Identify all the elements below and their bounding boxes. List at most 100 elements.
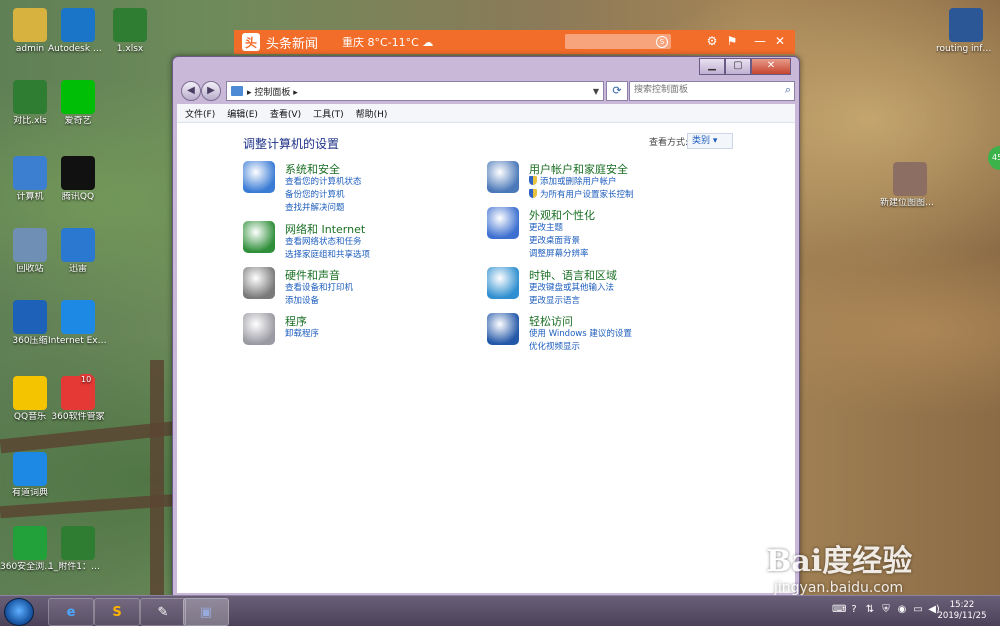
- menu-view[interactable]: 查看(V): [270, 107, 301, 120]
- category-link[interactable]: 选择家庭组和共享选项: [285, 249, 370, 262]
- category-link-text: 查找并解决问题: [285, 203, 345, 213]
- control-panel-icon: ▣: [199, 604, 213, 620]
- category-link[interactable]: 备份您的计算机: [285, 189, 362, 202]
- category-link-text: 备份您的计算机: [285, 190, 345, 200]
- category-link[interactable]: 添加设备: [285, 295, 353, 308]
- clock[interactable]: 15:22 2019/11/25: [932, 600, 992, 622]
- desktop-icon[interactable]: 腾讯QQ: [48, 156, 108, 203]
- chevron-down-icon[interactable]: ▼: [593, 87, 599, 96]
- weather-text[interactable]: 重庆 8°C-11°C ☁: [342, 34, 433, 50]
- desktop-icon-label: 有道词典: [11, 488, 48, 498]
- category-link[interactable]: 查看设备和打印机: [285, 282, 353, 295]
- power-icon[interactable]: ▭: [912, 604, 924, 616]
- category-link[interactable]: 更改主题: [529, 222, 589, 235]
- taskbar-ie-button[interactable]: e: [48, 598, 94, 626]
- category-link[interactable]: 调整屏幕分辨率: [529, 248, 589, 261]
- desktop-icon[interactable]: 有道词典: [0, 452, 60, 499]
- category-links: 添加或删除用户帐户 为所有用户设置家长控制: [529, 176, 634, 202]
- help-icon[interactable]: ?: [848, 604, 860, 616]
- user-accounts-icon[interactable]: [487, 161, 519, 193]
- uac-shield-icon: [529, 176, 537, 185]
- news-title[interactable]: 头条新闻: [266, 33, 318, 52]
- address-path[interactable]: ▸ 控制面板 ▸: [247, 85, 298, 98]
- desktop-icon[interactable]: 360软件管家 10: [48, 374, 108, 423]
- taskbar-control-panel-button[interactable]: ▣: [183, 598, 229, 626]
- category-link[interactable]: 更改显示语言: [529, 295, 614, 308]
- category-title[interactable]: 程序: [285, 313, 307, 329]
- category-link[interactable]: 为所有用户设置家长控制: [529, 189, 634, 202]
- security-icon[interactable]: ◉: [896, 604, 908, 616]
- forward-button[interactable]: ▶: [201, 81, 221, 101]
- menu-tools[interactable]: 工具(T): [313, 107, 344, 120]
- keyboard-icon[interactable]: ⌨: [832, 604, 846, 616]
- maximize-button[interactable]: ▢: [725, 58, 751, 75]
- recycle-bin-icon: [13, 228, 47, 262]
- minimize-button[interactable]: ▁: [699, 58, 725, 75]
- category-link[interactable]: 优化视频显示: [529, 341, 632, 354]
- desktop-icon[interactable]: routing informati...: [936, 8, 996, 55]
- desktop-icon[interactable]: Autodesk DWF View...: [48, 8, 108, 55]
- desktop-icon[interactable]: Internet Explorer: [48, 300, 108, 347]
- back-button[interactable]: ◀: [181, 81, 201, 101]
- desktop-icon[interactable]: 1.xlsx: [100, 8, 160, 55]
- category-link[interactable]: 添加或删除用户帐户: [529, 176, 634, 189]
- ie-icon: [61, 300, 95, 334]
- clock-region-icon[interactable]: [487, 267, 519, 299]
- desktop-icon-label: 360软件管家: [51, 412, 105, 422]
- minimize-icon[interactable]: —: [752, 34, 768, 49]
- shield-icon[interactable]: ⛨: [880, 604, 892, 616]
- desktop-icon[interactable]: 新建位图图像.bmp: [880, 162, 940, 209]
- category-link[interactable]: 卸载程序: [285, 328, 319, 341]
- search-box[interactable]: ⌕: [629, 81, 795, 101]
- category-title[interactable]: 轻松访问: [529, 313, 573, 329]
- category-title[interactable]: 系统和安全: [285, 161, 340, 177]
- taskbar-sogou-button[interactable]: S: [94, 598, 140, 626]
- category-link[interactable]: 更改桌面背景: [529, 235, 589, 248]
- gear-icon[interactable]: ⚙: [704, 34, 720, 49]
- sogou-search-icon[interactable]: S: [656, 36, 668, 48]
- category-links: 卸载程序: [285, 328, 319, 341]
- menu-edit[interactable]: 编辑(E): [227, 107, 258, 120]
- hardware-sound-icon[interactable]: [243, 267, 275, 299]
- start-button[interactable]: [4, 598, 34, 626]
- notification-badge: 10: [78, 374, 95, 385]
- category-link[interactable]: 查看网络状态和任务: [285, 236, 370, 249]
- category-link[interactable]: 更改键盘或其他输入法: [529, 282, 614, 295]
- category-link-text: 更改显示语言: [529, 296, 581, 306]
- desktop-icon-label: 1.xlsx: [116, 44, 144, 54]
- category-title[interactable]: 时钟、语言和区域: [529, 267, 617, 283]
- taskbar-paint-button[interactable]: ✎: [140, 598, 186, 626]
- appearance-icon[interactable]: [487, 207, 519, 239]
- category-link[interactable]: 查看您的计算机状态: [285, 176, 362, 189]
- news-search-input[interactable]: S: [565, 34, 671, 49]
- ease-of-access-icon[interactable]: [487, 313, 519, 345]
- network-icon[interactable]: ⇅: [864, 604, 876, 616]
- search-input[interactable]: [630, 82, 778, 98]
- address-bar[interactable]: ▸ 控制面板 ▸ ▼: [226, 81, 604, 101]
- category-link-text: 调整屏幕分辨率: [529, 249, 589, 259]
- flag-icon[interactable]: ⚑: [724, 34, 740, 49]
- window-titlebar[interactable]: ▁ ▢ ✕: [173, 57, 799, 77]
- category-title[interactable]: 用户帐户和家庭安全: [529, 161, 628, 177]
- category-link[interactable]: 使用 Windows 建议的设置: [529, 328, 632, 341]
- programs-icon[interactable]: [243, 313, 275, 345]
- refresh-button[interactable]: ⟳: [606, 81, 628, 101]
- desktop-icon[interactable]: 1_附件1：监察对象采...: [48, 526, 108, 573]
- excel-file-icon: [113, 8, 147, 42]
- search-icon[interactable]: ⌕: [785, 83, 791, 97]
- category-title[interactable]: 网络和 Internet: [285, 221, 365, 237]
- menu-help[interactable]: 帮助(H): [356, 107, 388, 120]
- view-by-dropdown[interactable]: 类别 ▾: [687, 133, 733, 149]
- system-security-icon[interactable]: [243, 161, 275, 193]
- desktop-icon[interactable]: 迅雷: [48, 228, 108, 275]
- menu-file[interactable]: 文件(F): [185, 107, 215, 120]
- desktop-icon[interactable]: 爱奇艺: [48, 80, 108, 127]
- close-button[interactable]: ✕: [751, 58, 791, 75]
- desktop-icon-label: 1_附件1：监察对象采...: [48, 562, 108, 572]
- category-link[interactable]: 查找并解决问题: [285, 202, 362, 215]
- category-title[interactable]: 外观和个性化: [529, 207, 595, 223]
- address-row: ◀ ▶ ▸ 控制面板 ▸ ▼ ⟳ ⌕: [179, 79, 795, 101]
- category-title[interactable]: 硬件和声音: [285, 267, 340, 283]
- network-internet-icon[interactable]: [243, 221, 275, 253]
- close-icon[interactable]: ✕: [772, 34, 788, 49]
